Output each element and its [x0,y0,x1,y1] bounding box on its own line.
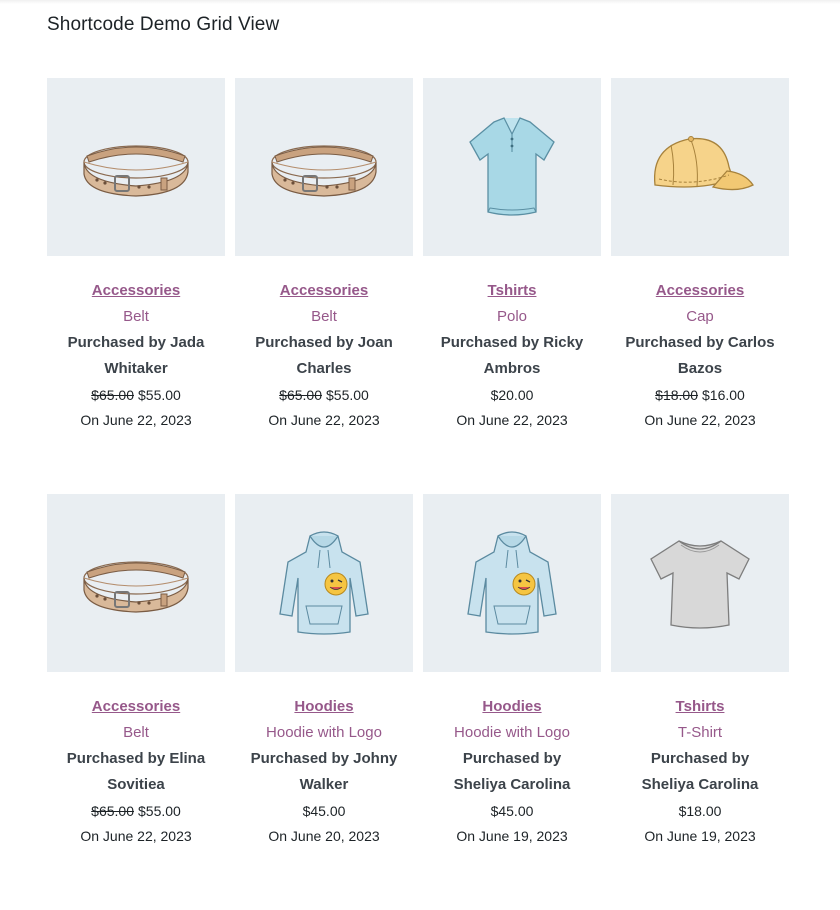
hoodie-icon [276,528,372,638]
product-name-link[interactable]: Hoodie with Logo [235,724,413,742]
category-link[interactable]: Accessories [611,282,789,300]
purchase-date: On June 22, 2023 [268,412,380,428]
purchaser-text: Purchased by Carlos Bazos [625,334,775,377]
sale-price: $55.00 [138,387,181,403]
category-link[interactable]: Hoodies [423,698,601,716]
top-shadow [0,0,840,4]
product-card: Hoodies Hoodie with Logo Purchased by Sh… [423,494,601,910]
sale-price: $55.00 [138,803,181,819]
sale-price: $45.00 [302,803,346,819]
original-price: $65.00 [279,387,322,403]
product-image[interactable] [611,78,789,256]
sale-price: $45.00 [490,803,534,819]
product-name-link[interactable]: Belt [47,724,225,742]
product-card: Tshirts T-Shirt Purchased by Sheliya Car… [611,494,789,910]
product-image[interactable] [235,78,413,256]
purchaser-text: Purchased by Sheliya Carolina [453,750,571,793]
price: $45.00 [235,800,413,822]
price: $65.00 $55.00 [47,800,225,822]
belt-icon [77,548,195,618]
product-name-link[interactable]: Cap [611,308,789,326]
product-card: Hoodies Hoodie with Logo Purchased by Jo… [235,494,413,910]
tshirt-icon [645,533,755,633]
hoodie-icon [464,528,560,638]
price: $65.00 $55.00 [47,384,225,406]
sale-price: $20.00 [490,387,534,403]
product-grid: Accessories Belt Purchased by Jada Whita… [47,78,791,910]
purchase-date: On June 22, 2023 [456,412,568,428]
product-name-link[interactable]: Polo [423,308,601,326]
sale-price: $18.00 [678,803,722,819]
purchase-date: On June 22, 2023 [80,412,192,428]
category-link[interactable]: Tshirts [611,698,789,716]
purchaser-text: Purchased by Johny Walker [250,750,398,793]
original-price: $65.00 [91,387,134,403]
category-link[interactable]: Accessories [47,282,225,300]
price: $18.00 $16.00 [611,384,789,406]
sale-price: $55.00 [326,387,369,403]
product-card: Accessories Belt Purchased by Joan Charl… [235,78,413,494]
belt-icon [265,132,383,202]
polo-shirt-icon [464,112,560,222]
original-price: $18.00 [655,387,698,403]
product-image[interactable] [611,494,789,672]
purchase-date: On June 19, 2023 [456,828,568,844]
product-image[interactable] [47,78,225,256]
price: $20.00 [423,384,601,406]
purchase-date: On June 22, 2023 [80,828,192,844]
product-card: Tshirts Polo Purchased by Ricky Ambros $… [423,78,601,494]
product-name-link[interactable]: T-Shirt [611,724,789,742]
cap-icon [641,127,759,207]
product-card: Accessories Belt Purchased by Jada Whita… [47,78,225,494]
product-image[interactable] [235,494,413,672]
purchase-date: On June 20, 2023 [268,828,380,844]
purchaser-text: Purchased by Sheliya Carolina [641,750,759,793]
price: $18.00 [611,800,789,822]
original-price: $65.00 [91,803,134,819]
purchaser-text: Purchased by Elina Sovitiea [66,750,206,793]
product-name-link[interactable]: Belt [47,308,225,326]
product-image[interactable] [47,494,225,672]
product-card: Accessories Cap Purchased by Carlos Bazo… [611,78,789,494]
belt-icon [77,132,195,202]
product-image[interactable] [423,494,601,672]
category-link[interactable]: Hoodies [235,698,413,716]
page-title: Shortcode Demo Grid View [47,14,280,35]
purchaser-text: Purchased by Joan Charles [255,334,393,377]
product-card: Accessories Belt Purchased by Elina Sovi… [47,494,225,910]
sale-price: $16.00 [702,387,745,403]
category-link[interactable]: Tshirts [423,282,601,300]
purchase-date: On June 22, 2023 [644,412,756,428]
purchaser-text: Purchased by Jada Whitaker [67,334,205,377]
product-name-link[interactable]: Belt [235,308,413,326]
price: $65.00 $55.00 [235,384,413,406]
category-link[interactable]: Accessories [235,282,413,300]
price: $45.00 [423,800,601,822]
product-image[interactable] [423,78,601,256]
category-link[interactable]: Accessories [47,698,225,716]
product-name-link[interactable]: Hoodie with Logo [423,724,601,742]
purchaser-text: Purchased by Ricky Ambros [440,334,584,377]
purchase-date: On June 19, 2023 [644,828,756,844]
